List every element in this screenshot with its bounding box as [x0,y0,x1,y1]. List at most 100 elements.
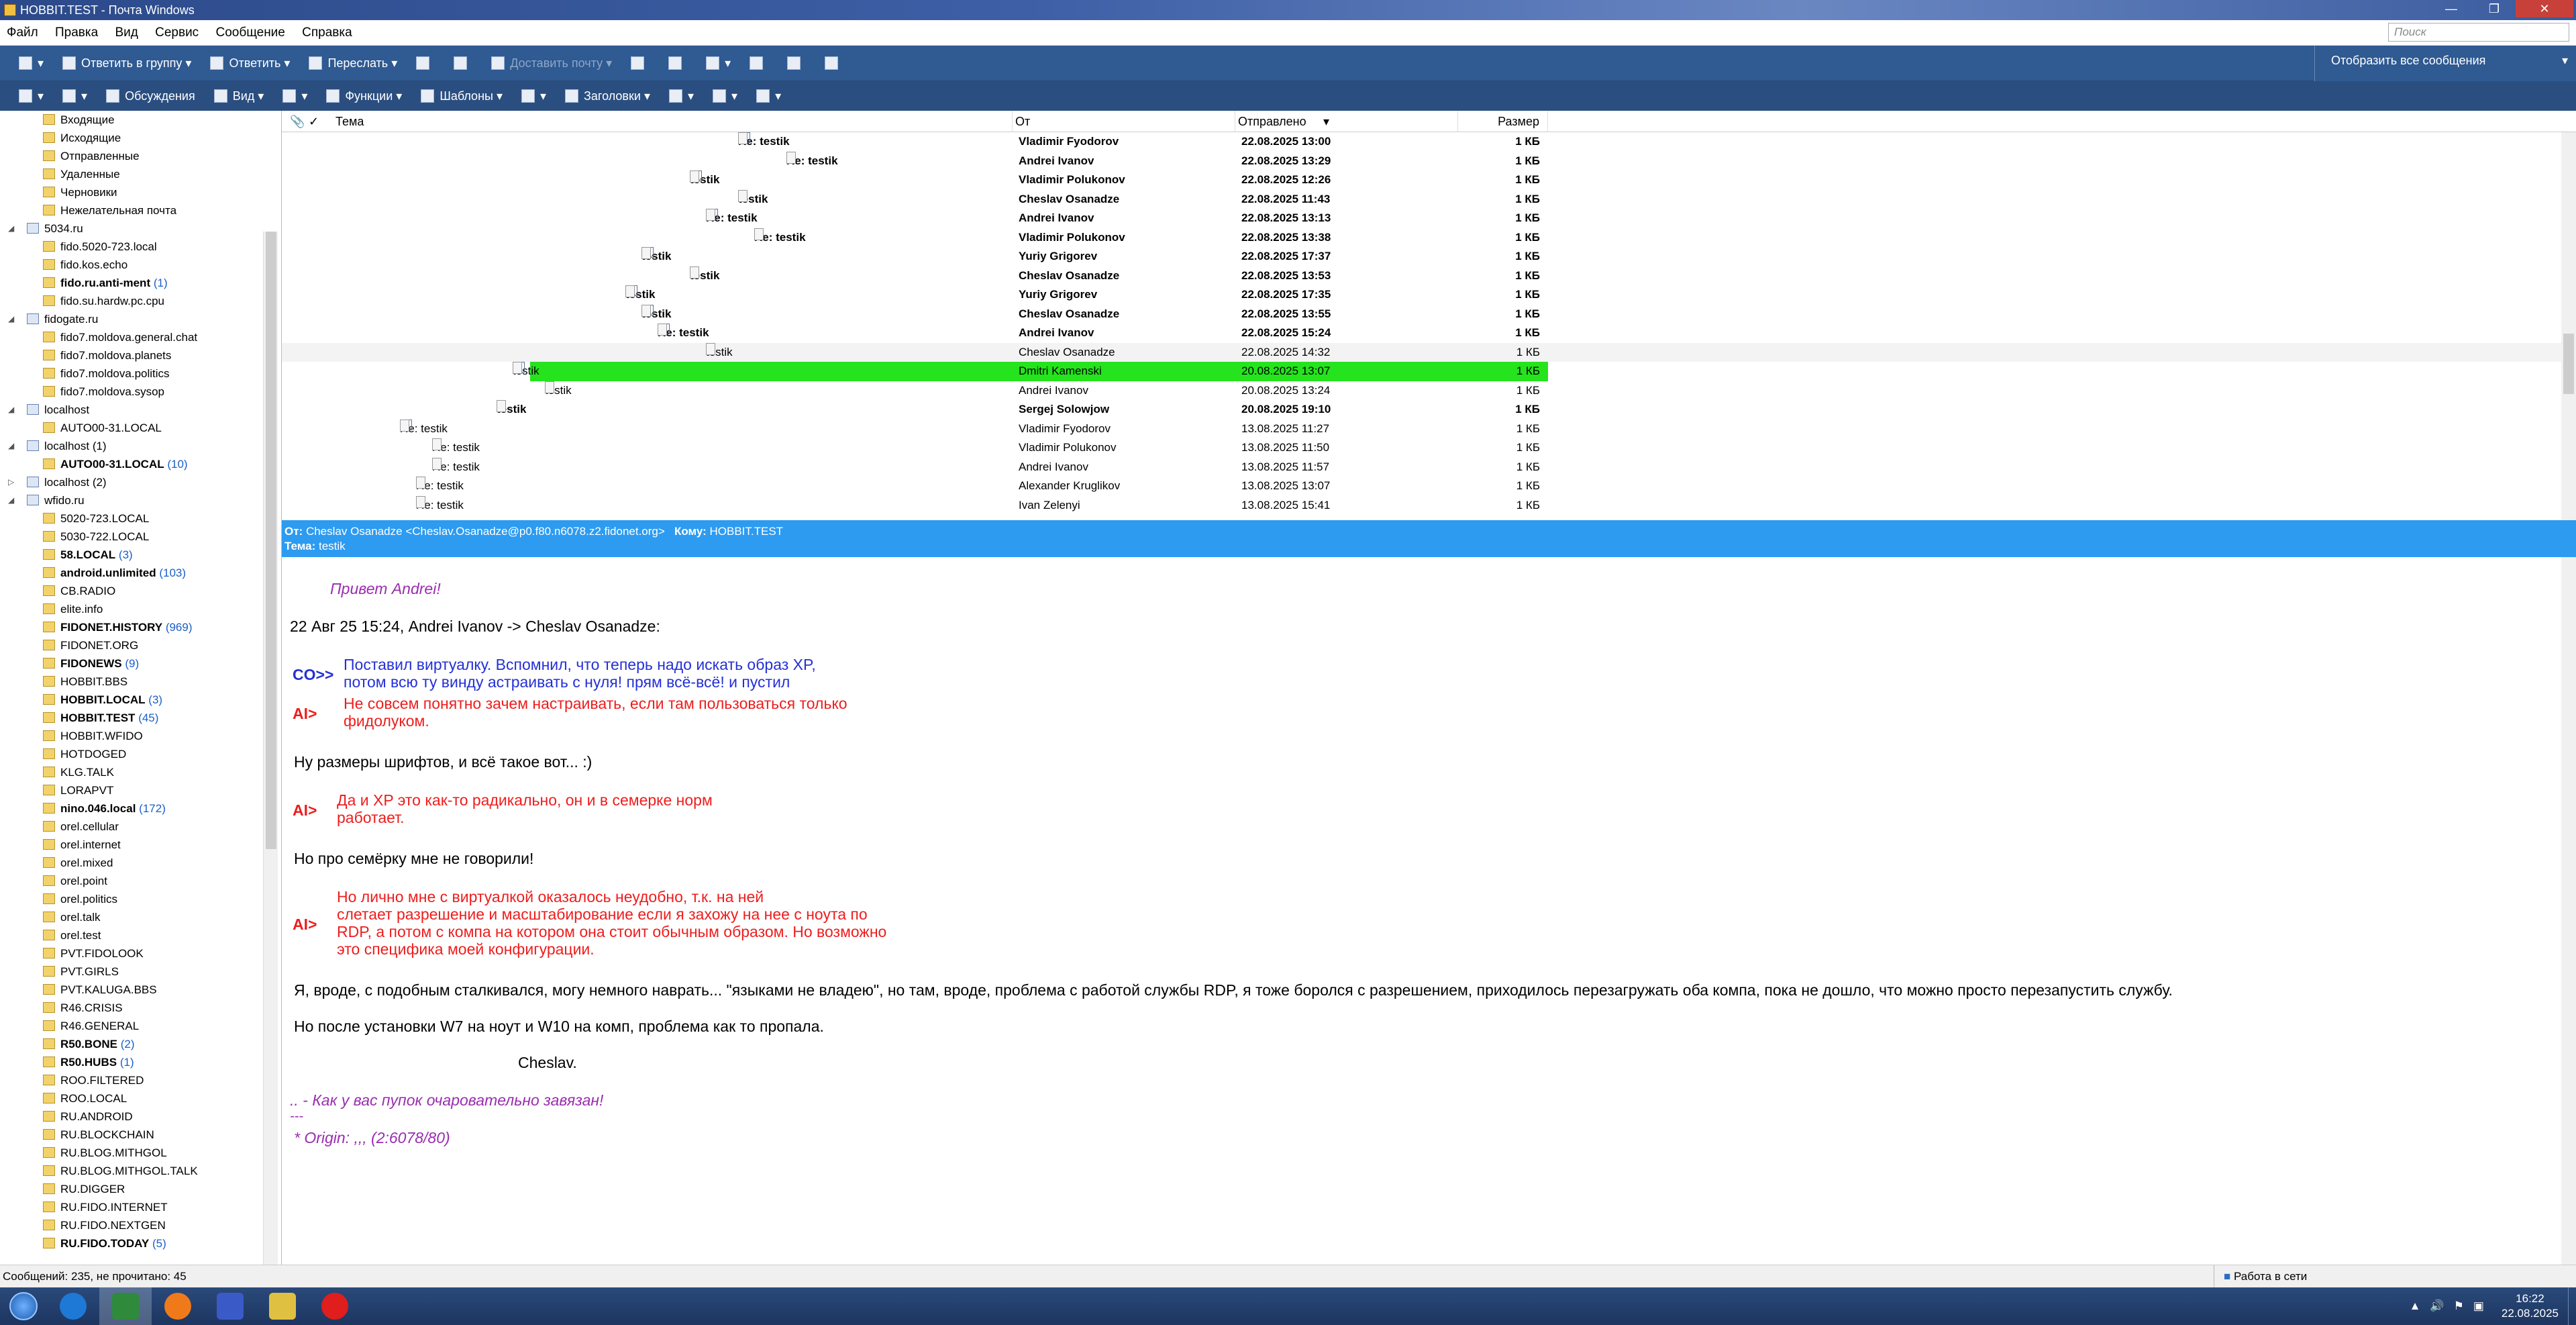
folder-item[interactable]: R46.GENERAL [0,1017,281,1035]
delete-button[interactable] [454,56,472,70]
folder-item[interactable]: fido7.moldova.politics [0,364,281,383]
mail-button[interactable]: ▾ [19,89,44,103]
folder-item[interactable]: nino.046.local (172) [0,799,281,818]
folder-item[interactable]: RU.BLOCKCHAIN [0,1126,281,1144]
folder-item[interactable]: 58.LOCAL (3) [0,546,281,564]
menu-tools[interactable]: Сервис [148,20,205,46]
folder-item[interactable]: android.unlimited (103) [0,564,281,582]
folder-item[interactable]: R50.HUBS (1) [0,1053,281,1071]
folder-item[interactable]: RU.ANDROID [0,1108,281,1126]
folder-item[interactable]: ▷ localhost (2) [0,473,281,491]
addresses-button[interactable] [631,56,650,70]
find-button[interactable] [668,56,687,70]
collapse-icon[interactable]: ◢ [8,437,14,455]
message-row[interactable]: Re: testik Andrei Ivanov 13.08.2025 11:57 1… [282,457,2576,477]
message-row[interactable]: −Re: testik Vladimir Fyodorov 22.08.2025 1… [282,132,2576,152]
message-row[interactable]: −testik Yuriy Grigorev 22.08.2025 17:37 1 К… [282,247,2576,266]
close-button[interactable]: ✕ [2516,0,2573,17]
folder-item[interactable]: fido.5020-723.local [0,238,281,256]
menu-file[interactable]: Файл [0,20,45,46]
folder-item[interactable]: Удаленные [0,165,281,183]
message-row[interactable]: testik Sergej Solowjow 20.08.2025 19:10 1 К… [282,400,2576,420]
folder-item[interactable]: fido.su.hardw.pc.cpu [0,292,281,310]
folder-item[interactable]: Входящие [0,111,281,129]
folder-scrollbar[interactable] [263,232,278,1265]
message-row[interactable]: −Re: testik Andrei Ivanov 22.08.2025 13:13… [282,209,2576,228]
view-button[interactable]: Вид ▾ [213,89,264,103]
folder-item[interactable]: ROO.LOCAL [0,1089,281,1108]
message-row[interactable]: testik Cheslav Osanadze 22.08.2025 13:53 1 … [282,266,2576,286]
message-row[interactable]: −Re: testik Andrei Ivanov 22.08.2025 15:24… [282,324,2576,343]
folder-item[interactable]: orel.internet [0,836,281,854]
menu-edit[interactable]: Правка [48,20,105,46]
folder-item[interactable]: LORAPVT [0,781,281,799]
folder-item[interactable]: PVT.KALUGA.BBS [0,981,281,999]
message-row[interactable]: −Re: testik Vladimir Fyodorov 13.08.2025 1… [282,419,2576,439]
attach-button[interactable]: ▾ [62,89,87,103]
message-row[interactable]: −testik Cheslav Osanadze 22.08.2025 13:55 1… [282,304,2576,324]
folder-item[interactable]: ROO.FILTERED [0,1071,281,1089]
folder-item[interactable]: orel.point [0,872,281,890]
expand-icon[interactable]: ▷ [8,473,14,491]
folder-item[interactable]: HOTDOGED [0,745,281,763]
folders-button[interactable] [787,56,806,70]
export-button[interactable]: ▾ [668,89,694,103]
folder-item[interactable]: fido7.moldova.sysop [0,383,281,401]
collapse-icon[interactable]: ◢ [8,219,14,238]
menu-view[interactable]: Вид [108,20,144,46]
message-row[interactable]: testik Cheslav Osanadze 22.08.2025 14:32 1 … [282,342,2576,362]
folder-item[interactable]: KLG.TALK [0,763,281,781]
column-subject[interactable]: Тема [336,111,364,132]
folder-item[interactable]: RU.DIGGER [0,1180,281,1198]
message-row[interactable]: Re: testik Alexander Kruglikov 13.08.2025 … [282,477,2576,496]
folder-item[interactable]: PVT.FIDOLOOK [0,944,281,963]
reply-group-button[interactable]: Ответить в группу ▾ [62,56,191,70]
taskbar-opera[interactable] [309,1287,361,1325]
message-row[interactable]: −testik Vladimir Polukonov 22.08.2025 12:2… [282,170,2576,190]
folder-item[interactable]: PVT.GIRLS [0,963,281,981]
folder-item[interactable]: AUTO00-31.LOCAL [0,419,281,437]
folder-item[interactable]: RU.FIDO.INTERNET [0,1198,281,1216]
message-row[interactable]: Re: testik Ivan Zelenyi 13.08.2025 15:41 1 … [282,495,2576,516]
minimize-button[interactable]: — [2430,0,2473,17]
folder-item[interactable]: 5030-722.LOCAL [0,528,281,546]
message-row[interactable]: Re: testik Vladimir Polukonov 22.08.2025 1… [282,228,2576,248]
refresh-button[interactable] [825,56,843,70]
folder-item[interactable]: FIDONET.HISTORY (969) [0,618,281,636]
folder-item[interactable]: elite.info [0,600,281,618]
folder-item[interactable]: HOBBIT.TEST (45) [0,709,281,727]
folder-item[interactable]: fido7.moldova.planets [0,346,281,364]
folder-item[interactable]: Исходящие [0,129,281,147]
body-scrollbar[interactable] [2561,557,2576,1265]
message-row[interactable]: testik Cheslav Osanadze 22.08.2025 11:43 1 … [282,189,2576,209]
templates-button[interactable]: Шаблоны ▾ [421,89,503,103]
help-button[interactable]: ▾ [756,89,781,103]
folder-item[interactable]: fido.ru.anti-ment (1) [0,274,281,292]
folder-item[interactable]: ◢ localhost (1) [0,437,281,455]
folder-item[interactable]: R46.CRISIS [0,999,281,1017]
folder-item[interactable]: HOBBIT.BBS [0,673,281,691]
folder-item[interactable]: Отправленные [0,147,281,165]
sort-button[interactable]: ▾ [282,89,307,103]
layout-button[interactable] [750,56,768,70]
tray-expand-icon[interactable]: ▲ [2410,1299,2421,1313]
network-icon[interactable]: ▣ [2473,1299,2484,1313]
show-desktop-button[interactable] [2568,1287,2576,1325]
folder-item[interactable]: Черновики [0,183,281,201]
print-button[interactable] [416,56,435,70]
deliver-mail-button[interactable]: Доставить почту ▾ [491,56,612,70]
folder-item[interactable]: orel.talk [0,908,281,926]
menu-message[interactable]: Сообщение [209,20,291,46]
folder-item[interactable]: orel.politics [0,890,281,908]
taskbar-save[interactable] [204,1287,256,1325]
folder-item[interactable]: HOBBIT.LOCAL (3) [0,691,281,709]
headers-button[interactable]: Заголовки ▾ [565,89,650,103]
folder-item[interactable]: ◢ fidogate.ru [0,310,281,328]
column-size[interactable]: Размер [1457,111,1548,132]
column-sent[interactable]: Отправлено [1235,111,1306,132]
forward-button[interactable]: Переслать ▾ [309,56,397,70]
settings-button[interactable]: ▾ [713,89,737,103]
taskbar-tool[interactable] [256,1287,309,1325]
discussions-button[interactable]: Обсуждения [106,89,195,103]
collapse-icon[interactable]: ◢ [8,310,14,328]
